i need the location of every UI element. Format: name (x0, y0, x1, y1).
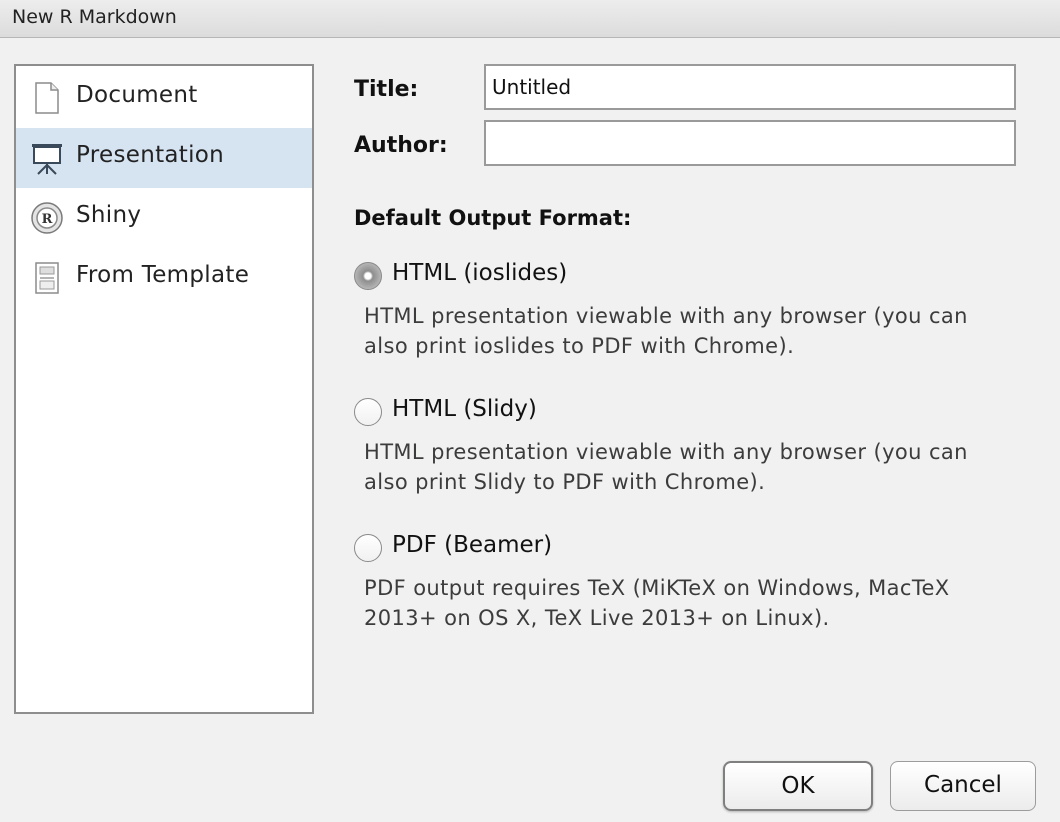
radio-label: HTML (ioslides) (392, 260, 568, 286)
dialog-title: New R Markdown (12, 6, 177, 28)
description-line: also print ioslides to PDF with Chrome). (364, 334, 795, 358)
document-icon (30, 81, 64, 115)
radio-label: PDF (Beamer) (392, 532, 553, 558)
author-label: Author: (354, 133, 448, 158)
description-line: HTML presentation viewable with any brow… (364, 440, 968, 464)
radio-description: PDF output requires TeX (MiKTeX on Windo… (364, 573, 1024, 633)
radio-html-slidy[interactable]: HTML (Slidy) (354, 396, 994, 428)
type-item-label: Shiny (76, 202, 142, 228)
shiny-icon: R (30, 201, 64, 235)
output-format-heading: Default Output Format: (354, 206, 632, 230)
author-input[interactable] (484, 120, 1016, 166)
description-line: PDF output requires TeX (MiKTeX on Windo… (364, 576, 950, 600)
title-input[interactable] (484, 64, 1016, 110)
description-line: also print Slidy to PDF with Chrome). (364, 470, 766, 494)
radio-html-ioslides[interactable]: HTML (ioslides) (354, 260, 994, 292)
document-type-list[interactable]: Document Presentation R Shiny From Templ… (14, 64, 314, 714)
description-line: HTML presentation viewable with any brow… (364, 304, 968, 328)
template-icon (30, 261, 64, 295)
radio-button-checked[interactable] (354, 262, 382, 290)
type-item-from-template[interactable]: From Template (16, 248, 312, 308)
description-line: 2013+ on OS X, TeX Live 2013+ on Linux). (364, 606, 830, 630)
type-item-presentation[interactable]: Presentation (16, 128, 312, 188)
presentation-icon (30, 141, 64, 175)
type-item-shiny[interactable]: R Shiny (16, 188, 312, 248)
radio-pdf-beamer[interactable]: PDF (Beamer) (354, 532, 994, 564)
title-label: Title: (354, 77, 419, 102)
svg-text:R: R (42, 212, 53, 227)
radio-label: HTML (Slidy) (392, 396, 537, 422)
radio-description: HTML presentation viewable with any brow… (364, 437, 1024, 497)
cancel-button[interactable]: Cancel (890, 761, 1036, 811)
type-item-document[interactable]: Document (16, 68, 312, 128)
type-item-label: Presentation (76, 142, 225, 168)
radio-button[interactable] (354, 534, 382, 562)
type-item-label: Document (76, 82, 198, 108)
radio-description: HTML presentation viewable with any brow… (364, 301, 1024, 361)
radio-button[interactable] (354, 398, 382, 426)
ok-button[interactable]: OK (723, 761, 873, 811)
type-item-label: From Template (76, 262, 250, 288)
dialog-titlebar[interactable]: New R Markdown (0, 0, 1060, 38)
